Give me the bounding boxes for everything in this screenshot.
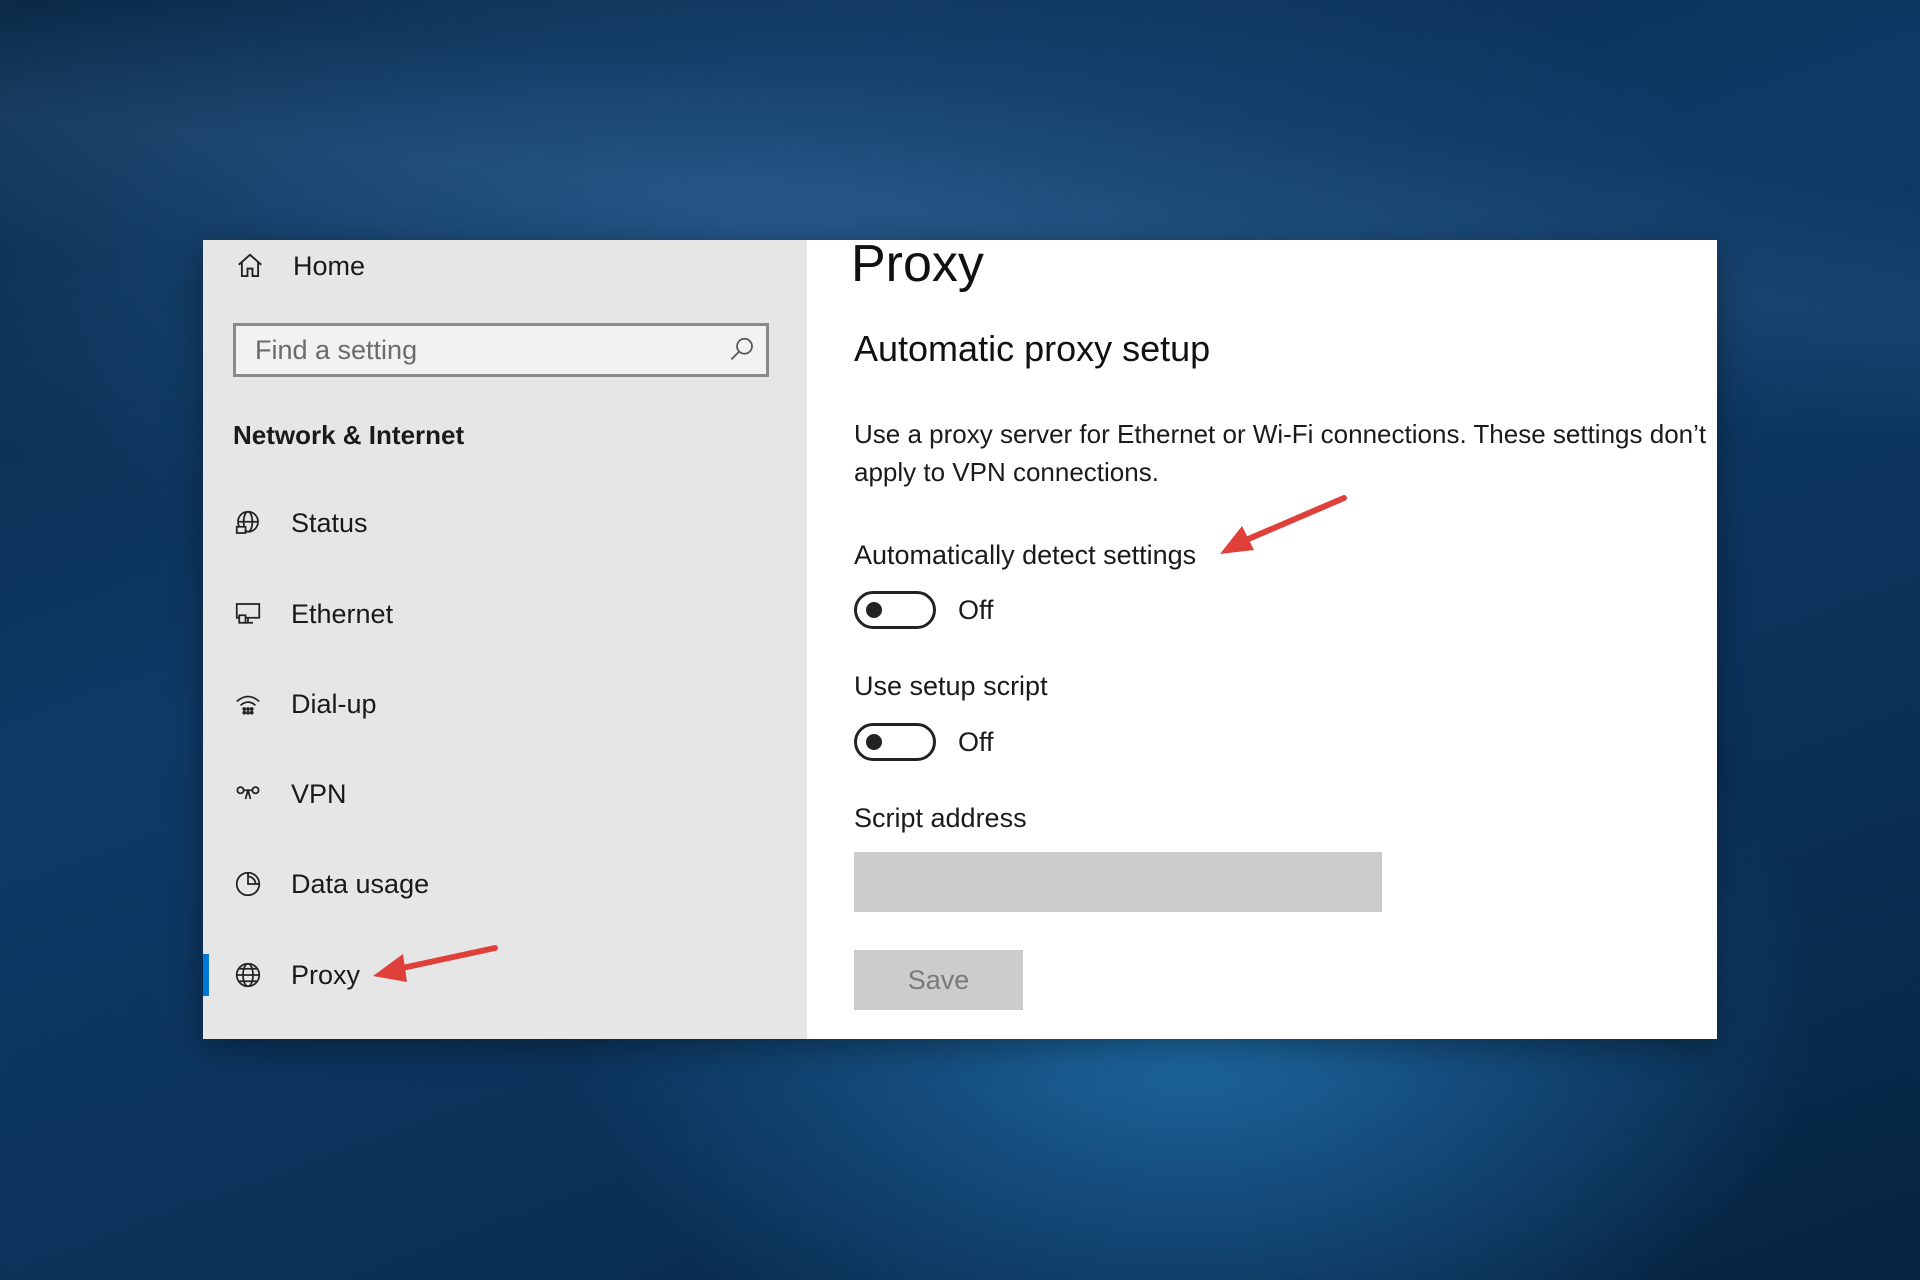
search-input[interactable] xyxy=(236,325,718,375)
auto-detect-toggle[interactable] xyxy=(854,591,936,629)
sidebar-item-label: VPN xyxy=(291,778,347,809)
script-address-input[interactable] xyxy=(854,852,1382,912)
toggle-knob xyxy=(866,734,882,750)
search-box[interactable] xyxy=(233,323,769,377)
page-title: Proxy xyxy=(851,235,984,293)
auto-detect-label: Automatically detect settings xyxy=(854,540,1197,570)
section-heading: Automatic proxy setup xyxy=(854,328,1211,369)
home-nav-item[interactable]: Home xyxy=(233,244,365,288)
sidebar-item-vpn[interactable]: VPN xyxy=(203,763,807,825)
annotation-arrow-auto-detect xyxy=(1220,495,1347,554)
sidebar-item-proxy[interactable]: Proxy xyxy=(203,944,807,1006)
home-label: Home xyxy=(293,250,366,281)
home-icon xyxy=(233,249,267,283)
network-status-icon xyxy=(231,506,265,540)
sidebar: Home Network & Internet xyxy=(203,240,807,1039)
script-address-label: Script address xyxy=(854,803,1027,833)
selection-indicator xyxy=(203,954,209,996)
main-content: Proxy Automatic proxy setup Use a proxy … xyxy=(807,235,1717,1039)
globe-icon xyxy=(231,958,265,992)
toggle-knob xyxy=(866,602,882,618)
sidebar-item-dial-up[interactable]: Dial-up xyxy=(203,673,807,735)
auto-detect-toggle-row: Off xyxy=(854,590,994,630)
auto-detect-state: Off xyxy=(958,594,994,625)
description-text: Use a proxy server for Ethernet or Wi-Fi… xyxy=(854,419,1707,487)
sidebar-item-data-usage[interactable]: Data usage xyxy=(203,853,807,915)
sidebar-item-label: Data usage xyxy=(291,868,430,899)
setup-script-toggle[interactable] xyxy=(854,723,936,761)
sidebar-item-label: Dial-up xyxy=(291,688,377,719)
settings-window: Home Network & Internet xyxy=(203,235,1717,1039)
search-icon xyxy=(725,333,759,367)
sidebar-item-label: Status xyxy=(291,507,368,538)
search-button[interactable] xyxy=(718,326,766,374)
setup-script-state: Off xyxy=(958,726,994,757)
data-usage-icon xyxy=(231,867,265,901)
setup-script-toggle-row: Off xyxy=(854,722,994,762)
sidebar-item-ethernet[interactable]: Ethernet xyxy=(203,583,807,645)
vpn-icon xyxy=(231,777,265,811)
sidebar-item-label: Proxy xyxy=(291,959,361,990)
save-button[interactable]: Save xyxy=(854,950,1023,1010)
section-title: Network & Internet xyxy=(233,420,465,450)
setup-script-label: Use setup script xyxy=(854,671,1048,701)
ethernet-icon xyxy=(231,597,265,631)
sidebar-item-status[interactable]: Status xyxy=(203,492,807,554)
dial-up-icon xyxy=(231,687,265,721)
sidebar-item-label: Ethernet xyxy=(291,598,394,629)
